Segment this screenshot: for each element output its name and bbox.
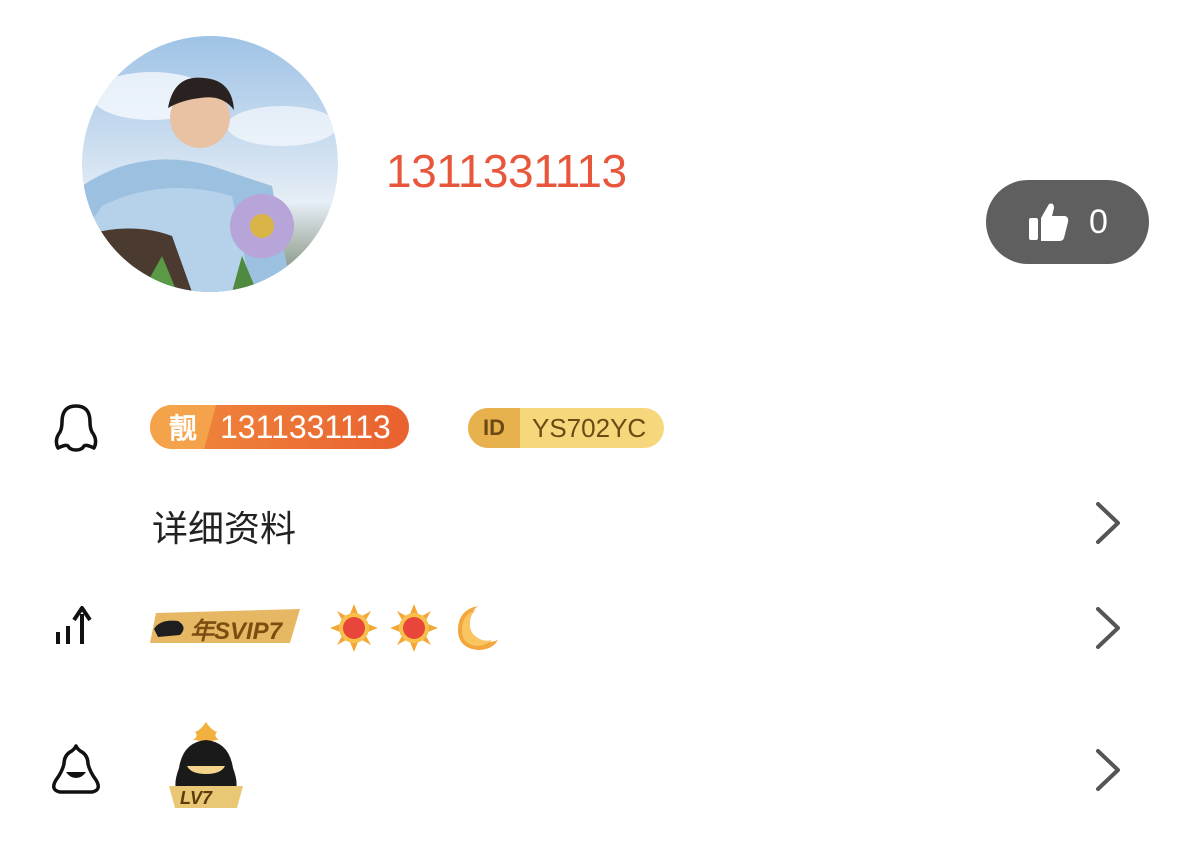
details-label[interactable]: 详细资料 bbox=[152, 500, 296, 552]
pretty-number-badge[interactable]: 靓 1311331113 bbox=[150, 405, 409, 449]
like-button[interactable]: 0 bbox=[986, 180, 1149, 264]
thumbs-up-icon bbox=[1027, 200, 1071, 244]
avatar-image bbox=[82, 72, 337, 292]
id-value: YS702YC bbox=[532, 412, 647, 443]
avatar[interactable] bbox=[82, 36, 338, 292]
moon-icon bbox=[448, 602, 500, 654]
chevron-right-icon[interactable] bbox=[1088, 745, 1128, 795]
svip-label: 年SVIP7 bbox=[190, 618, 283, 645]
sun-icon bbox=[328, 602, 380, 654]
id-badge[interactable]: ID YS702YC bbox=[468, 408, 665, 448]
chevron-right-icon[interactable] bbox=[1088, 498, 1128, 548]
sun-icon bbox=[388, 602, 440, 654]
qq-penguin-icon bbox=[48, 400, 104, 456]
liang-char: 靓 bbox=[150, 405, 216, 449]
penguin-outline-icon bbox=[48, 742, 104, 798]
id-mark: ID bbox=[468, 408, 520, 448]
username: 1311331113 bbox=[386, 145, 627, 197]
level-up-icon bbox=[48, 600, 104, 656]
like-count: 0 bbox=[1089, 202, 1108, 241]
chevron-right-icon[interactable] bbox=[1088, 603, 1128, 653]
lv-label: LV7 bbox=[180, 788, 213, 808]
pretty-number: 1311331113 bbox=[220, 408, 391, 445]
